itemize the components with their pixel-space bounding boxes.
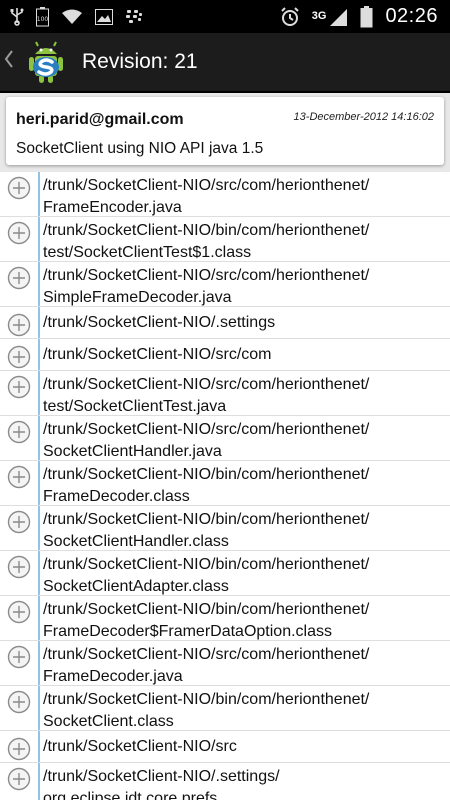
list-item[interactable]: /trunk/SocketClient-NIO/bin/com/herionth…	[0, 596, 450, 641]
list-item[interactable]: /trunk/SocketClient-NIO/bin/com/herionth…	[0, 551, 450, 596]
app-logo-icon[interactable]	[26, 40, 66, 84]
plus-circle-icon	[7, 510, 31, 550]
alarm-icon	[280, 6, 300, 27]
expand-button[interactable]	[0, 371, 38, 415]
file-path: /trunk/SocketClient-NIO/bin/com/herionth…	[43, 466, 370, 505]
status-bar: 100 3G 02:26	[0, 0, 450, 33]
revision-author: heri.parid@gmail.com	[16, 111, 184, 128]
status-bar-right: 3G 02:26	[280, 5, 438, 28]
revision-date: 13-December-2012 14:16:02	[293, 111, 434, 123]
plus-circle-icon	[7, 555, 31, 595]
expand-button[interactable]	[0, 217, 38, 261]
list-item[interactable]: /trunk/SocketClient-NIO/src/com/herionth…	[0, 371, 450, 416]
expand-button[interactable]	[0, 172, 38, 216]
revision-card: heri.parid@gmail.com 13-December-2012 14…	[6, 97, 444, 165]
plus-circle-icon	[7, 345, 31, 370]
file-path: /trunk/SocketClient-NIO/bin/com/herionth…	[43, 556, 370, 595]
expand-button[interactable]	[0, 506, 38, 550]
action-bar: Revision: 21	[0, 33, 450, 93]
plus-circle-icon	[7, 176, 31, 216]
file-path: /trunk/SocketClient-NIO/bin/com/herionth…	[43, 222, 370, 261]
plus-circle-icon	[7, 266, 31, 306]
file-path: /trunk/SocketClient-NIO/src/com/herionth…	[43, 267, 370, 306]
file-path: /trunk/SocketClient-NIO/bin/com/herionth…	[43, 691, 370, 730]
list-item[interactable]: /trunk/SocketClient-NIO/.settings	[0, 307, 450, 339]
expand-button[interactable]	[0, 339, 38, 370]
list-item[interactable]: /trunk/SocketClient-NIO/src/com/herionth…	[0, 172, 450, 217]
file-path: /trunk/SocketClient-NIO/.settings	[43, 314, 276, 331]
image-icon	[95, 8, 113, 25]
plus-circle-icon	[7, 221, 31, 261]
list-item[interactable]: /trunk/SocketClient-NIO/src/com/herionth…	[0, 416, 450, 461]
plus-circle-icon	[7, 690, 31, 730]
expand-button[interactable]	[0, 686, 38, 730]
file-path: /trunk/SocketClient-NIO/src	[43, 738, 237, 755]
plus-circle-icon	[7, 375, 31, 415]
list-item[interactable]: /trunk/SocketClient-NIO/bin/com/herionth…	[0, 686, 450, 731]
file-path: /trunk/SocketClient-NIO/src/com/herionth…	[43, 646, 370, 685]
plus-circle-icon	[7, 737, 31, 762]
list-item[interactable]: /trunk/SocketClient-NIO/.settings/ org.e…	[0, 763, 450, 800]
list-item[interactable]: /trunk/SocketClient-NIO/src	[0, 731, 450, 763]
list-item[interactable]: /trunk/SocketClient-NIO/bin/com/herionth…	[0, 461, 450, 506]
file-path: /trunk/SocketClient-NIO/bin/com/herionth…	[43, 601, 370, 640]
plus-circle-icon	[7, 313, 31, 338]
file-path: /trunk/SocketClient-NIO/src/com/herionth…	[43, 177, 370, 216]
network-type: 3G	[311, 10, 327, 22]
signal-icon: 3G	[312, 7, 349, 27]
list-item[interactable]: /trunk/SocketClient-NIO/src/com	[0, 339, 450, 371]
svg-text:100: 100	[37, 16, 49, 23]
expand-button[interactable]	[0, 763, 38, 800]
list-item[interactable]: /trunk/SocketClient-NIO/bin/com/herionth…	[0, 217, 450, 262]
expand-button[interactable]	[0, 551, 38, 595]
list-item[interactable]: /trunk/SocketClient-NIO/src/com/herionth…	[0, 262, 450, 307]
expand-button[interactable]	[0, 262, 38, 306]
expand-button[interactable]	[0, 641, 38, 685]
plus-circle-icon	[7, 767, 31, 800]
file-path: /trunk/SocketClient-NIO/bin/com/herionth…	[43, 511, 370, 550]
list-item[interactable]: /trunk/SocketClient-NIO/bin/com/herionth…	[0, 506, 450, 551]
file-path: /trunk/SocketClient-NIO/src/com/herionth…	[43, 376, 370, 415]
bbm-icon	[125, 9, 143, 25]
revision-header: heri.parid@gmail.com 13-December-2012 14…	[0, 93, 450, 172]
revision-message: SocketClient using NIO API java 1.5	[16, 140, 264, 157]
plus-circle-icon	[7, 465, 31, 505]
plus-circle-icon	[7, 420, 31, 460]
status-bar-left: 100	[10, 6, 143, 27]
usb-icon	[10, 7, 24, 26]
expand-button[interactable]	[0, 416, 38, 460]
back-chevron-icon[interactable]	[4, 49, 20, 75]
file-path: /trunk/SocketClient-NIO/.settings/ org.e…	[43, 768, 280, 800]
wifi-icon	[61, 9, 83, 25]
battery-100-icon: 100	[36, 6, 49, 27]
battery-icon	[360, 5, 373, 28]
changed-files-list: /trunk/SocketClient-NIO/src/com/herionth…	[0, 172, 450, 800]
plus-circle-icon	[7, 645, 31, 685]
expand-button[interactable]	[0, 596, 38, 640]
file-path: /trunk/SocketClient-NIO/src/com	[43, 346, 272, 363]
expand-button[interactable]	[0, 307, 38, 338]
list-item[interactable]: /trunk/SocketClient-NIO/src/com/herionth…	[0, 641, 450, 686]
clock: 02:26	[385, 5, 438, 27]
file-path: /trunk/SocketClient-NIO/src/com/herionth…	[43, 421, 370, 460]
expand-button[interactable]	[0, 731, 38, 762]
screen-title: Revision: 21	[82, 50, 198, 73]
plus-circle-icon	[7, 600, 31, 640]
expand-button[interactable]	[0, 461, 38, 505]
